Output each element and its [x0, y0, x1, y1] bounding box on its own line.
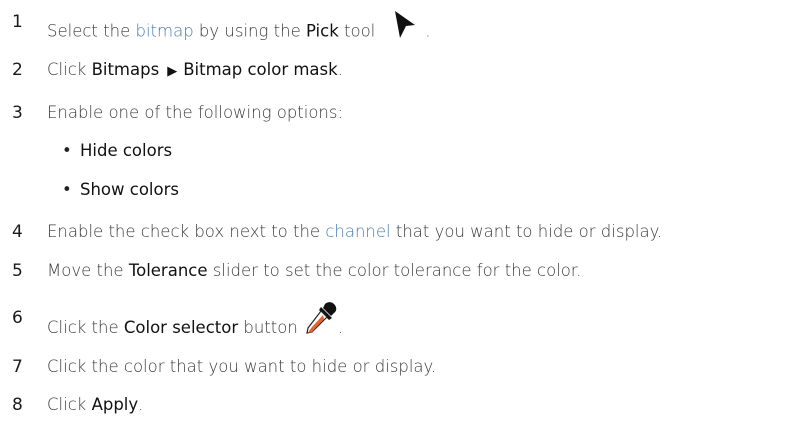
option-label: Show colors — [80, 180, 179, 199]
step-number: 3 — [12, 103, 23, 123]
step-number: 7 — [12, 357, 23, 377]
bitmap-color-mask-command: Bitmap color mask — [183, 60, 338, 79]
step-text: Enable one of the following options: — [47, 103, 344, 122]
step-text: Click the Color selector button . — [47, 301, 343, 339]
tolerance-term: Tolerance — [128, 261, 208, 280]
menu-arrow-icon: ▶ — [167, 64, 178, 79]
step-number: 2 — [12, 60, 23, 80]
step-text: Click Apply. — [47, 395, 144, 414]
step-number: 8 — [12, 395, 23, 415]
step-text: Click the color that you want to hide or… — [47, 357, 437, 376]
color-selector-term: Color selector — [123, 318, 239, 337]
bitmap-link[interactable]: bitmap — [135, 22, 193, 41]
step-text: Select the bitmap by using the Pick tool… — [47, 11, 431, 44]
bullet: • — [62, 180, 72, 199]
step-number: 4 — [12, 222, 23, 242]
step-number: 5 — [12, 261, 23, 281]
pick-term: Pick — [305, 21, 339, 41]
pick-tool-cursor-icon — [393, 10, 417, 44]
step-text: Click Bitmaps ▶ Bitmap color mask. — [47, 60, 343, 79]
step-number: 6 — [12, 308, 23, 328]
apply-term: Apply — [91, 395, 139, 414]
option-label: Hide colors — [80, 141, 173, 160]
step-number: 1 — [12, 12, 23, 32]
bullet: • — [62, 141, 72, 160]
step-text: Move the Tolerance slider to set the col… — [47, 261, 582, 280]
channel-link[interactable]: channel — [325, 222, 390, 241]
bitmaps-menu: Bitmaps — [91, 60, 160, 79]
step-text: Enable the check box next to the channel… — [47, 222, 663, 241]
eyedropper-icon — [304, 301, 338, 339]
